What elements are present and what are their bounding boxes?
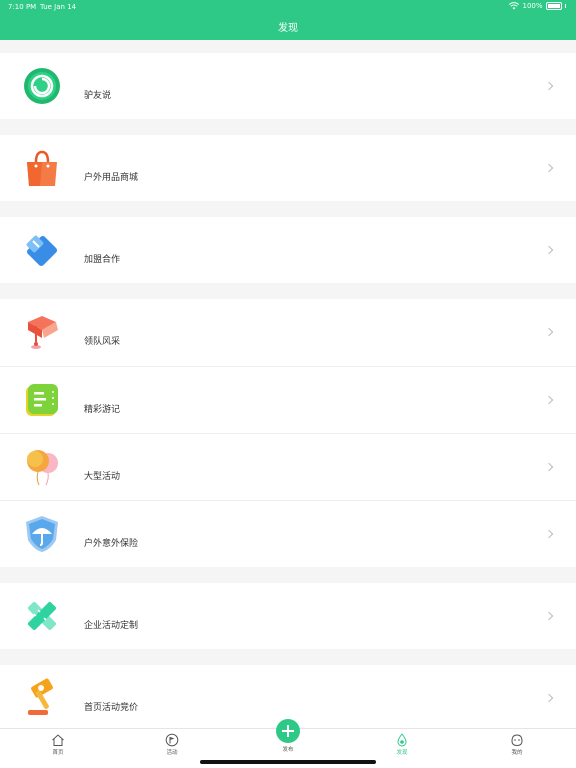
list-item-lvyoushuo[interactable]: 驴友说 [0,53,576,119]
auction-hammer-icon [28,678,53,715]
chevron-right-icon [544,611,554,621]
publish-label: 发布 [282,747,294,753]
tab-label: 发现 [396,750,408,756]
tab-discover[interactable]: 发现 [382,733,422,759]
status-right: 100% [509,2,566,10]
chevron-right-icon [544,395,554,405]
compass-drop-icon [397,733,407,747]
discover-list: 驴友说 户外用品商城 加盟合作 领队风采 精彩游记 大型活动 户外意外保险 企业… [0,40,576,728]
notebook-icon [26,384,58,416]
list-item-outdoor-shop[interactable]: 户外用品商城 [0,135,576,201]
list-item-big-event[interactable]: 大型活动 [0,434,576,500]
list-item-enterprise-custom[interactable]: 企业活动定制 [0,583,576,649]
chevron-right-icon [544,81,554,91]
item-label: 精彩游记 [84,405,121,415]
home-icon [52,734,64,746]
tab-activity[interactable]: 活动 [152,733,192,759]
list-item-leader[interactable]: 领队风采 [0,299,576,366]
chevron-right-icon [544,529,554,539]
item-label: 户外意外保险 [84,539,139,549]
chevron-right-icon [544,462,554,472]
balloons-icon [27,450,58,486]
wifi-icon [509,2,520,10]
pencil-ruler-icon [27,601,57,631]
battery-percent: 100% [522,2,543,10]
tab-mine[interactable]: 我的 [497,733,537,759]
item-label: 企业活动定制 [84,621,139,631]
chevron-right-icon [544,245,554,255]
item-label: 驴友说 [84,91,112,101]
chevron-right-icon [544,327,554,337]
item-label: 大型活动 [84,472,121,482]
item-label: 领队风采 [84,337,121,347]
battery-tip [564,4,566,8]
chevron-right-icon [544,693,554,703]
item-label: 加盟合作 [84,255,121,265]
status-bar: 7:10 PM Tue Jan 14 100% [0,0,576,14]
card-clip-icon [26,235,58,267]
home-indicator [200,760,376,764]
list-item-insurance[interactable]: 户外意外保险 [0,501,576,567]
profile-face-icon [511,734,523,747]
publish-plus-button[interactable] [276,719,300,743]
status-time: 7:10 PM [8,3,37,11]
battery-icon [545,2,562,10]
page-title: 发现 [278,23,298,34]
app-header: 7:10 PM Tue Jan 14 100% 发现 [0,0,576,40]
umbrella-shield-icon [26,516,58,552]
tab-home[interactable]: 首页 [38,733,78,759]
flag-icon [165,733,179,747]
item-label: 户外用品商城 [84,173,139,183]
tab-label: 我的 [511,750,523,756]
tab-label: 首页 [52,750,64,756]
tab-label: 活动 [166,750,178,756]
list-item-franchise[interactable]: 加盟合作 [0,217,576,283]
map-pin-flag-icon [28,316,58,349]
shopping-bag-icon [27,150,57,186]
item-label: 首页活动竞价 [84,703,139,713]
list-item-travelogue[interactable]: 精彩游记 [0,367,576,433]
chevron-right-icon [544,163,554,173]
status-date: Tue Jan 14 [40,3,77,11]
chat-ring-icon [24,68,60,104]
